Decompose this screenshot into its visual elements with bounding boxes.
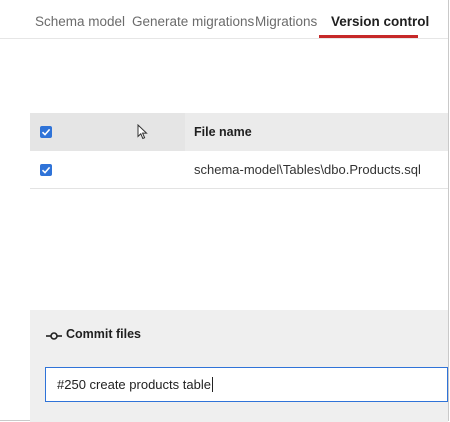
tab-generate-migrations[interactable]: Generate migrations (132, 0, 254, 38)
commit-message-text: #250 create products table (57, 377, 211, 392)
header-select-cell (30, 113, 185, 151)
checkmark-icon (41, 166, 51, 174)
column-header-file-name[interactable]: File name (194, 113, 252, 151)
commit-icon (46, 332, 62, 340)
mouse-pointer-icon (137, 124, 148, 140)
file-name-cell: schema-model\Tables\dbo.Products.sql (194, 162, 421, 177)
commit-message-input[interactable]: #250 create products table (45, 367, 448, 402)
tab-version-control[interactable]: Version control (331, 0, 429, 38)
commit-panel: Commit files #250 create products table (30, 310, 448, 422)
tab-bar: Schema model Generate migrations Migrati… (0, 0, 448, 39)
active-tab-indicator (319, 35, 418, 38)
checkmark-icon (41, 128, 51, 136)
version-control-panel: Schema model Generate migrations Migrati… (0, 0, 449, 422)
text-caret (211, 377, 213, 392)
row-checkbox[interactable] (40, 164, 52, 176)
commit-title: Commit files (66, 327, 142, 341)
tab-schema-model[interactable]: Schema model (35, 0, 125, 38)
tab-migrations[interactable]: Migrations (255, 0, 317, 38)
select-all-checkbox[interactable] (40, 126, 52, 138)
table-row: schema-model\Tables\dbo.Products.sql (30, 151, 448, 189)
table-header: File name (30, 113, 448, 151)
